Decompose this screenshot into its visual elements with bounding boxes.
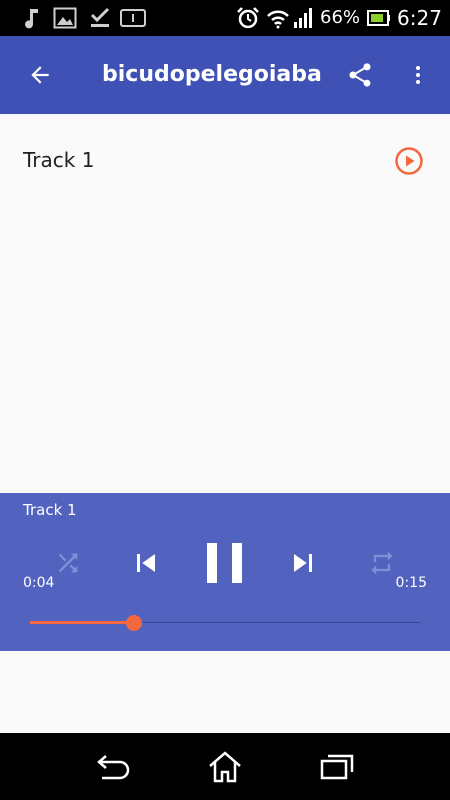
download-done-icon bbox=[88, 6, 112, 30]
next-button[interactable] bbox=[283, 541, 323, 585]
navigation-bar bbox=[0, 733, 450, 800]
player-panel: Track 1 0:04 0:15 bbox=[0, 493, 450, 651]
play-track-button[interactable] bbox=[393, 145, 425, 177]
clock: 6:27 bbox=[397, 6, 442, 30]
info-card-icon bbox=[120, 6, 146, 30]
seek-progress bbox=[30, 621, 134, 624]
shuffle-icon bbox=[54, 549, 82, 577]
seek-thumb[interactable] bbox=[126, 615, 142, 631]
play-circle-icon bbox=[394, 146, 424, 176]
battery-percent: 66% bbox=[320, 7, 361, 28]
seek-bar[interactable] bbox=[30, 615, 420, 631]
nav-home-icon bbox=[207, 750, 243, 784]
app-bar: bicudopelegoiaba bbox=[0, 36, 450, 114]
more-vert-icon bbox=[406, 63, 430, 87]
arrow-back-icon bbox=[27, 62, 53, 88]
share-icon bbox=[346, 61, 374, 89]
nav-recents-icon bbox=[319, 752, 355, 782]
page-title: bicudopelegoiaba bbox=[102, 62, 322, 87]
wifi-icon bbox=[266, 6, 290, 30]
list-item[interactable]: Track 1 bbox=[0, 134, 450, 186]
track-name: Track 1 bbox=[23, 148, 95, 172]
nav-home-button[interactable] bbox=[197, 747, 253, 787]
status-bar: 66% 6:27 bbox=[0, 0, 450, 36]
alarm-icon bbox=[236, 6, 260, 30]
share-button[interactable] bbox=[332, 36, 388, 114]
nav-recents-button[interactable] bbox=[309, 747, 365, 787]
elapsed-time: 0:04 bbox=[23, 575, 55, 591]
pause-button[interactable] bbox=[198, 533, 252, 593]
image-icon bbox=[52, 6, 78, 30]
pause-icon bbox=[205, 541, 245, 585]
battery-icon bbox=[366, 6, 392, 30]
duration-time: 0:15 bbox=[395, 575, 427, 591]
back-button[interactable] bbox=[12, 36, 68, 114]
more-options-button[interactable] bbox=[392, 36, 444, 114]
signal-icon bbox=[292, 6, 314, 30]
repeat-icon bbox=[368, 549, 396, 577]
nav-back-icon bbox=[96, 752, 132, 782]
music-note-icon bbox=[20, 6, 42, 30]
previous-button[interactable] bbox=[126, 541, 166, 585]
skip-previous-icon bbox=[128, 545, 164, 581]
skip-next-icon bbox=[285, 545, 321, 581]
now-playing-title: Track 1 bbox=[23, 501, 77, 519]
nav-back-button[interactable] bbox=[86, 747, 142, 787]
